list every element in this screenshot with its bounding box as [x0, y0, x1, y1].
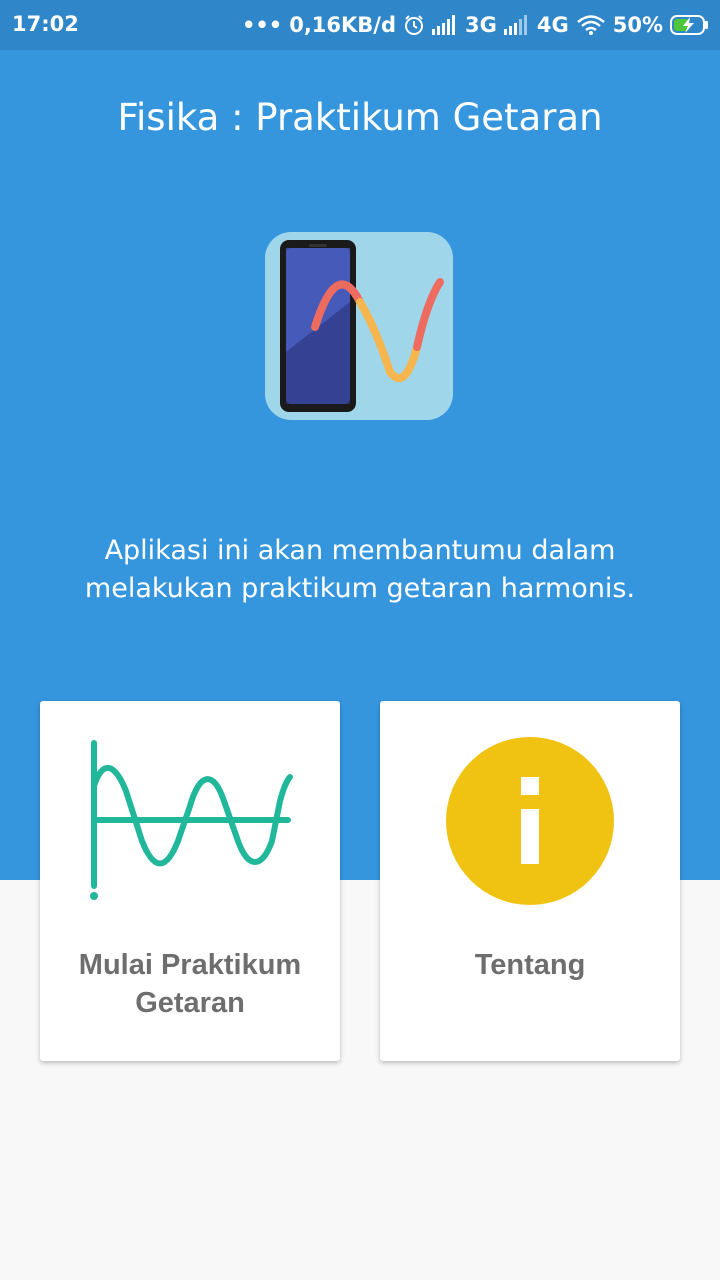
- page-title: Fisika : Praktikum Getaran: [117, 96, 603, 139]
- status-time: 17:02: [12, 12, 79, 36]
- battery-charging-icon: [670, 15, 708, 35]
- alarm-icon: [405, 15, 424, 35]
- app-logo-icon: [265, 232, 453, 420]
- sine-wave-icon: [90, 740, 293, 900]
- start-practicum-label: Mulai Praktikum Getaran: [78, 949, 302, 1019]
- main-screen: 17:02 ••• 0,16KB/d 3G 4G 50% Fisika: Pr…: [0, 0, 720, 1280]
- network-type-3g: 3G: [465, 13, 497, 37]
- signal-icon: [432, 15, 456, 35]
- info-icon: [446, 737, 614, 905]
- app-description: Aplikasi ini akan membantumu dalam melak…: [40, 532, 680, 608]
- start-practicum-button[interactable]: Mulai Praktikum Getaran: [40, 701, 340, 1061]
- network-type-4g: 4G: [536, 13, 569, 37]
- about-label: Tentang: [474, 949, 586, 981]
- more-notifications-icon: •••: [241, 13, 283, 37]
- network-speed: 0,16KB/d: [289, 13, 397, 37]
- wifi-icon: [576, 15, 605, 35]
- status-indicators: ••• 0,16KB/d 3G 4G 50%: [242, 11, 710, 39]
- status-bar: 17:02 ••• 0,16KB/d 3G 4G 50%: [0, 0, 720, 50]
- signal-icon: [503, 15, 527, 35]
- description-line-1: Aplikasi ini akan membantumu dalam: [104, 535, 616, 566]
- about-button[interactable]: Tentang: [380, 701, 680, 1061]
- description-line-2: melakukan praktikum getaran harmonis.: [84, 573, 636, 604]
- battery-percent: 50%: [612, 13, 663, 37]
